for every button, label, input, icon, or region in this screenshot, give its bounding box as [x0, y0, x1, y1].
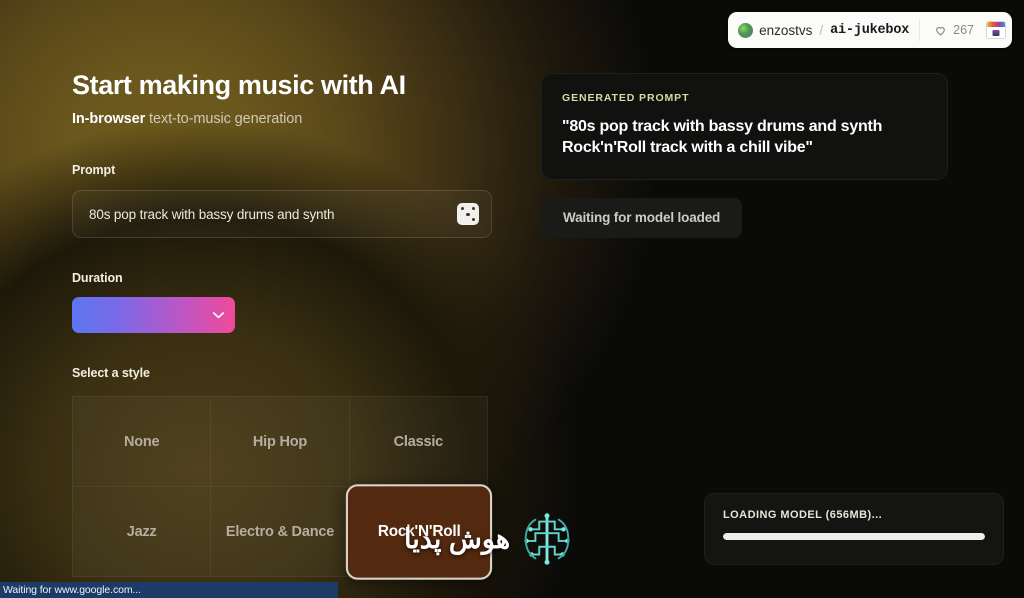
- style-tile-classic[interactable]: Classic: [349, 397, 488, 488]
- prompt-label: Prompt: [72, 163, 116, 178]
- dice-icon[interactable]: [457, 203, 479, 226]
- page-subtitle: In-browser text-to-music generation: [72, 111, 492, 127]
- progress-bar-fill: [723, 533, 985, 540]
- like-button[interactable]: 267: [930, 23, 978, 37]
- right-panel: GENERATED PROMPT "80s pop track with bas…: [541, 73, 948, 238]
- style-tile-hip-hop[interactable]: Hip Hop: [211, 397, 350, 488]
- browser-status-bar: Waiting for www.google.com...: [0, 582, 338, 598]
- generated-prompt-label: GENERATED PROMPT: [562, 92, 690, 104]
- style-tile-jazz[interactable]: Jazz: [73, 487, 212, 578]
- chevron-down-icon: [212, 312, 225, 319]
- prompt-input[interactable]: 80s pop track with bassy drums and synth: [89, 207, 457, 222]
- generate-button[interactable]: Waiting for model loaded: [541, 197, 743, 238]
- badge-divider: [919, 19, 921, 41]
- hf-repo-label[interactable]: ai-jukebox: [830, 23, 909, 38]
- duration-select[interactable]: [72, 297, 235, 334]
- circuit-brain-icon: [524, 513, 570, 565]
- prompt-input-wrapper[interactable]: 80s pop track with bassy drums and synth: [72, 190, 492, 239]
- generated-prompt-card: GENERATED PROMPT "80s pop track with bas…: [541, 73, 948, 180]
- style-grid: None Hip Hop Classic Jazz Electro & Danc…: [72, 396, 493, 580]
- status-text: Waiting for www.google.com...: [3, 584, 141, 596]
- heart-icon: [936, 26, 946, 36]
- style-label: Select a style: [72, 366, 150, 381]
- subtitle-rest: text-to-music generation: [145, 111, 303, 128]
- loading-model-label: LOADING MODEL (656MB)...: [723, 509, 883, 521]
- duration-label: Duration: [72, 271, 123, 286]
- subtitle-strong: In-browser: [72, 111, 146, 128]
- progress-bar-track: [723, 533, 985, 540]
- space-icon[interactable]: [986, 21, 1006, 39]
- loading-model-card: LOADING MODEL (656MB)...: [704, 493, 1004, 565]
- app-root: enzostvs / ai-jukebox 267 Start making m…: [0, 0, 1024, 598]
- hf-owner-label[interactable]: enzostvs: [759, 23, 812, 38]
- hf-path-separator: /: [819, 22, 824, 38]
- style-tile-none[interactable]: None: [73, 397, 212, 488]
- style-tile-rock-n-roll[interactable]: Rock'N'Roll: [345, 484, 493, 580]
- generated-prompt-text: "80s pop track with bassy drums and synt…: [562, 118, 883, 157]
- like-count: 267: [953, 23, 974, 37]
- style-tile-electro-and-dance[interactable]: Electro & Dance: [211, 487, 350, 578]
- hf-space-badge[interactable]: enzostvs / ai-jukebox 267: [728, 12, 1012, 48]
- user-avatar: [738, 22, 754, 38]
- page-title: Start making music with AI: [72, 70, 406, 100]
- left-panel: Start making music with AI In-browser te…: [72, 70, 493, 580]
